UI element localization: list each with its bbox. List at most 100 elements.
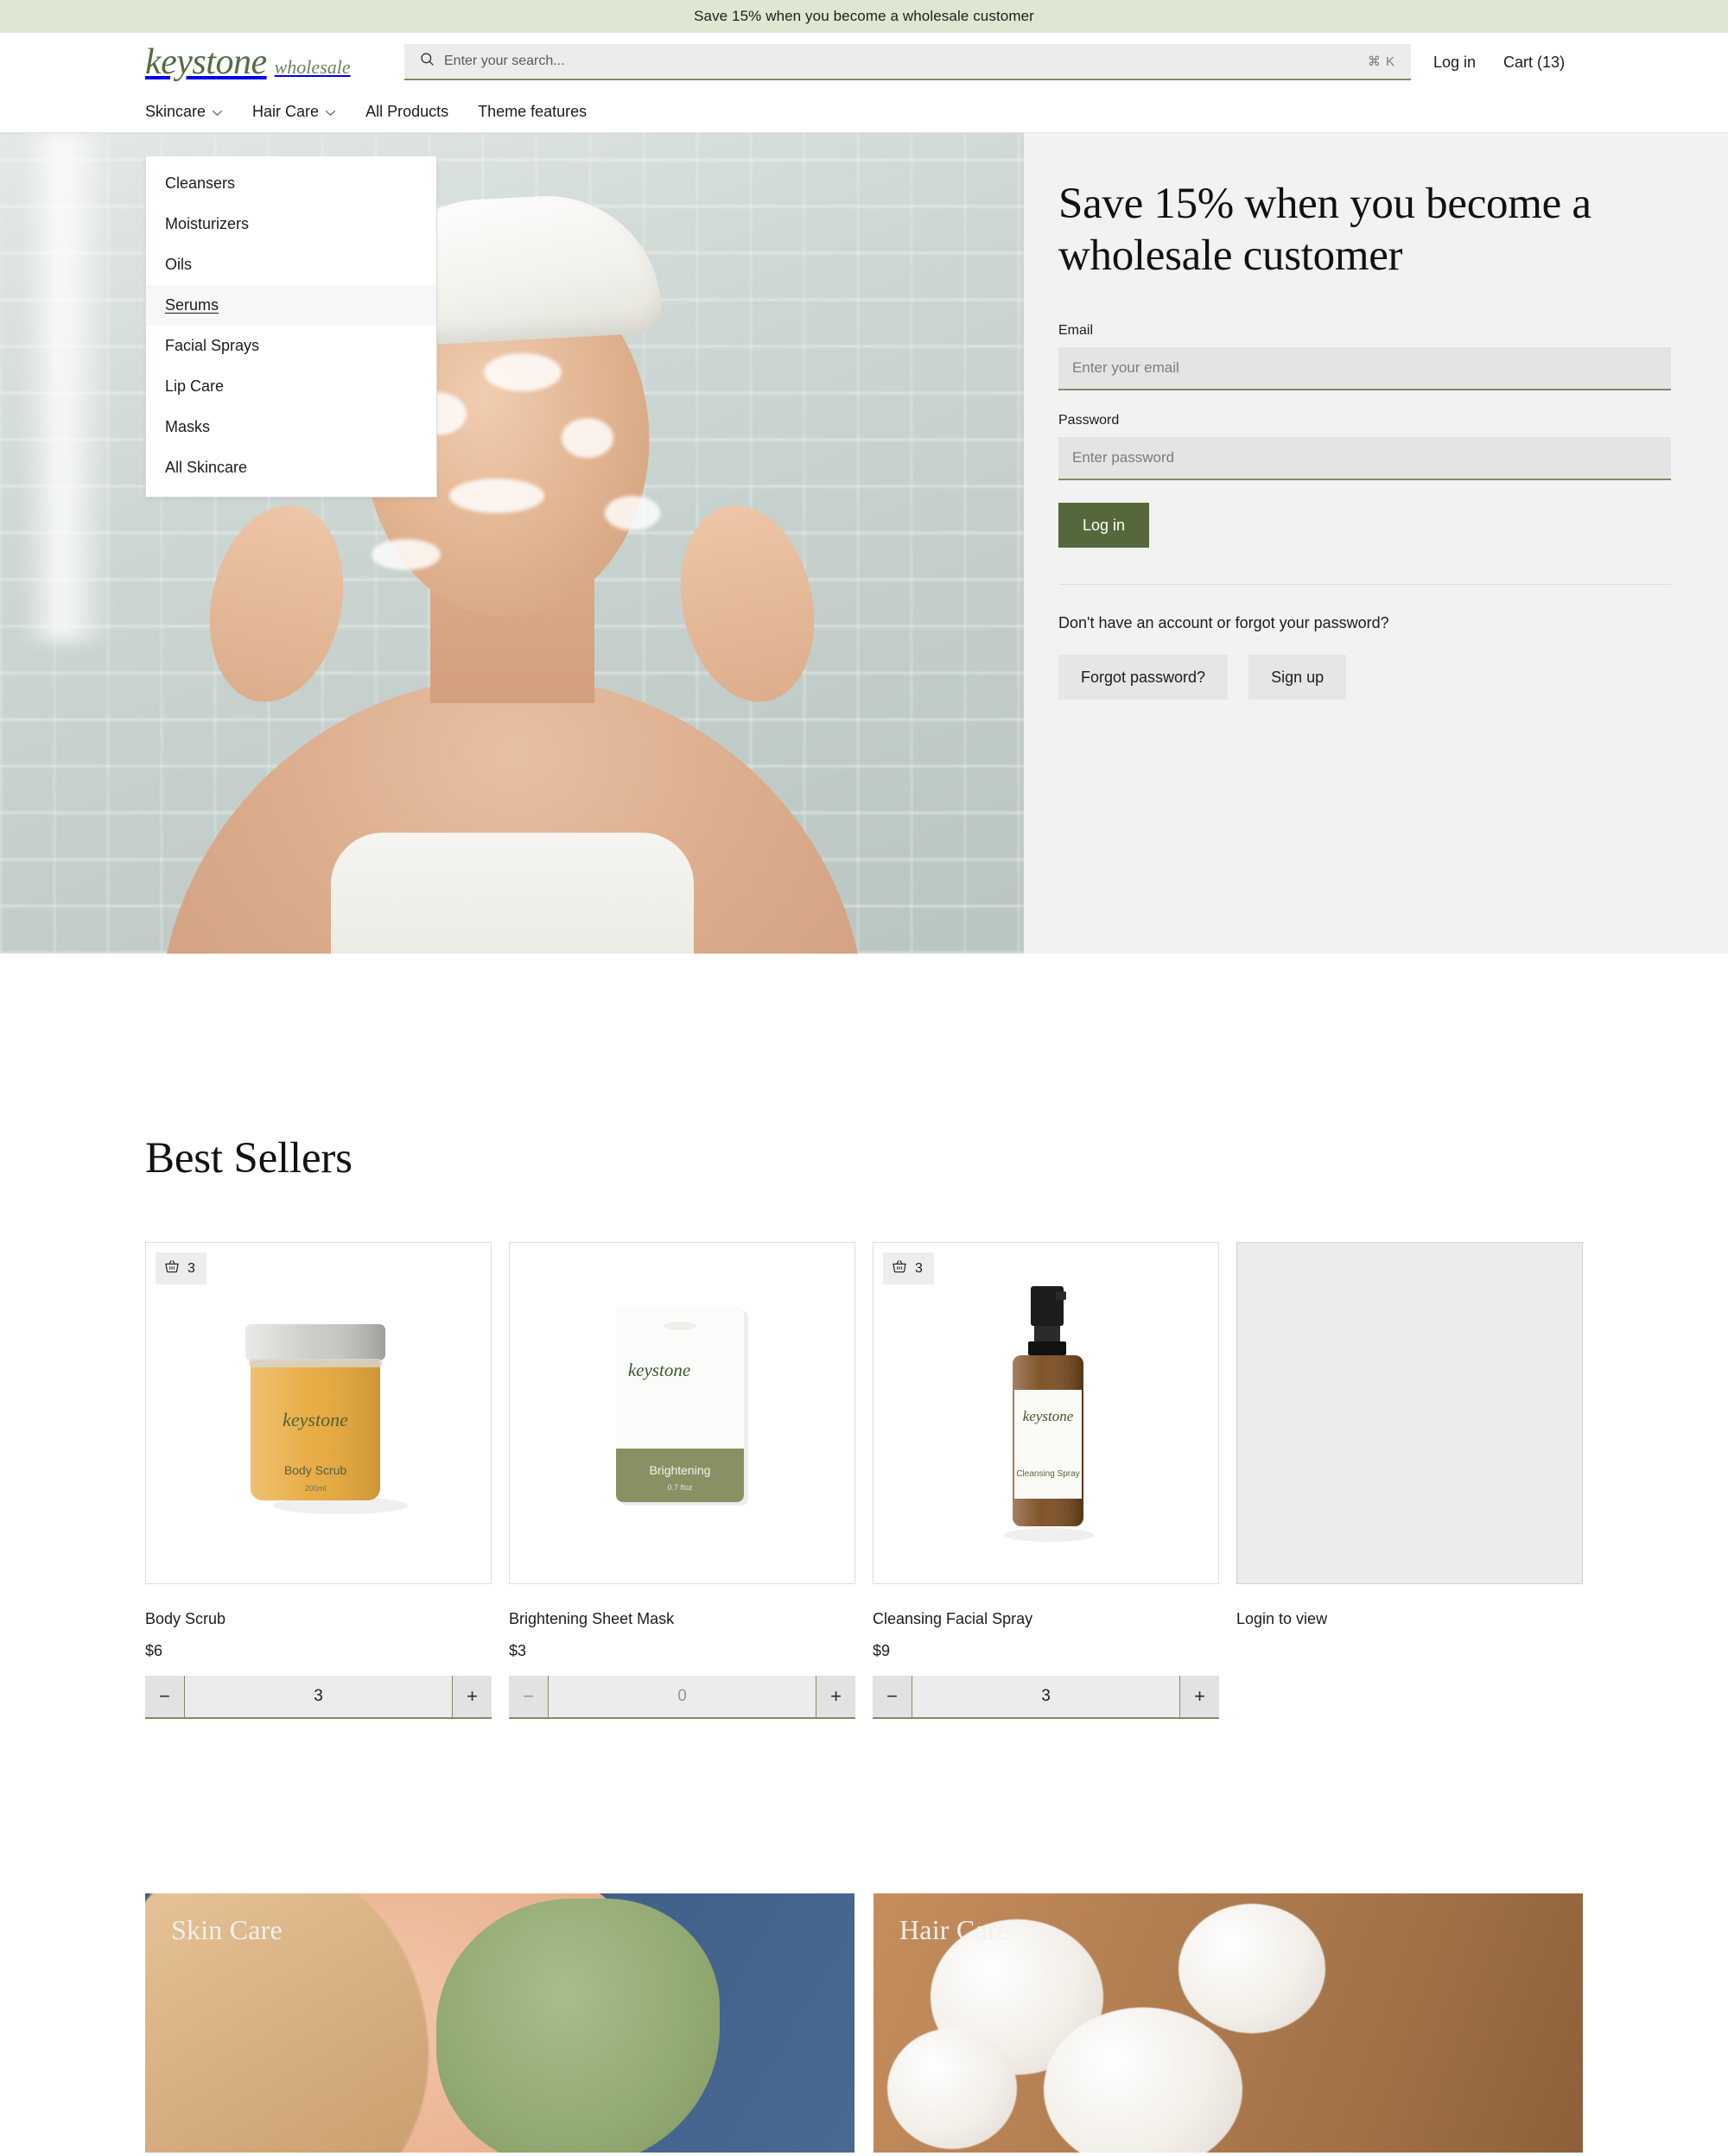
hero-light-streak (20, 133, 113, 642)
secondary-button-row: Forgot password? Sign up (1058, 655, 1671, 701)
svg-text:Cleansing Spray: Cleansing Spray (1016, 1469, 1079, 1479)
product-price: $9 (873, 1642, 891, 1659)
quantity-input[interactable] (549, 1676, 816, 1717)
nav-item-hair-care[interactable]: Hair Care (252, 103, 336, 121)
panel-divider (1058, 584, 1671, 586)
password-label: Password (1058, 413, 1120, 428)
basket-icon (892, 1259, 907, 1278)
product-name: Brightening Sheet Mask (509, 1610, 675, 1627)
account-helper-text: Don't have an account or forgot your pas… (1058, 614, 1389, 632)
search-input[interactable] (444, 54, 1358, 69)
skin-care-clay-mask-art (435, 1899, 720, 2153)
header-links: Log in Cart (13) (1433, 54, 1565, 72)
product-image[interactable]: keystone Brightening 0.7 floz (509, 1242, 855, 1584)
hero-foam-blob (372, 539, 441, 570)
dropdown-item-label: Lip Care (165, 377, 225, 395)
hero-foam-blob (605, 496, 660, 530)
main-nav: Skincare Hair Care All Products Theme fe… (0, 92, 1728, 133)
search-icon (420, 52, 435, 71)
badge-count: 3 (915, 1260, 923, 1276)
forgot-password-button[interactable]: Forgot password? (1058, 655, 1229, 701)
quantity-increase-button[interactable]: + (816, 1676, 855, 1717)
best-sellers-title: Best Sellers (145, 1134, 353, 1183)
quantity-stepper: − + (145, 1676, 492, 1719)
product-name: Cleansing Facial Spray (873, 1610, 1033, 1627)
product-price: $6 (145, 1642, 163, 1659)
dropdown-item-serums[interactable]: Serums (146, 285, 436, 326)
nav-label: Hair Care (252, 103, 320, 120)
search-shortcut-hint: ⌘ K (1367, 54, 1395, 69)
hero-foam-blob (562, 418, 613, 458)
product-card[interactable]: Login to view (1236, 1242, 1583, 1719)
hero-model-top (330, 833, 694, 954)
hero-foam-blob (449, 479, 544, 513)
category-tile-skin-care[interactable]: Skin Care (145, 1893, 854, 2153)
logo-subtitle: wholesale (274, 56, 351, 78)
category-label: Hair Care (899, 1914, 1010, 1945)
hero-foam-blob (484, 353, 562, 391)
announcement-bar: Save 15% when you become a wholesale cus… (0, 0, 1728, 33)
hair-care-foam-blob (1178, 1904, 1326, 2033)
dropdown-item-label: Cleansers (165, 174, 236, 192)
svg-text:Brightening: Brightening (649, 1463, 710, 1477)
nav-item-theme-features[interactable]: Theme features (478, 103, 587, 121)
product-card[interactable]: 3 (145, 1242, 492, 1719)
quantity-decrease-button[interactable]: − (145, 1676, 185, 1717)
logo-wordmark: keystone (145, 42, 267, 82)
dropdown-item-facial-sprays[interactable]: Facial Sprays (146, 326, 436, 366)
category-tile-hair-care[interactable]: Hair Care (874, 1893, 1583, 2153)
dropdown-item-oils[interactable]: Oils (146, 244, 436, 285)
badge-count: 3 (187, 1260, 195, 1276)
product-image[interactable]: 3 (873, 1242, 1219, 1584)
sign-up-button[interactable]: Sign up (1248, 655, 1347, 701)
header-cart-link[interactable]: Cart (13) (1503, 54, 1565, 72)
dropdown-item-cleansers[interactable]: Cleansers (146, 163, 436, 204)
dropdown-item-label: All Skincare (165, 459, 248, 476)
nav-item-skincare[interactable]: Skincare (145, 103, 223, 121)
product-card[interactable]: 3 (873, 1242, 1219, 1719)
nav-label: Skincare (145, 103, 206, 120)
category-tiles: Skin Care Hair Care (145, 1893, 1583, 2153)
quantity-decrease-button[interactable]: − (509, 1676, 549, 1717)
site-logo[interactable]: keystone wholesale (145, 44, 404, 80)
quantity-input[interactable] (185, 1676, 452, 1717)
quantity-stepper: − + (873, 1676, 1219, 1719)
dropdown-item-label: Serums (165, 296, 219, 314)
search-box[interactable]: ⌘ K (404, 44, 1411, 80)
quantity-increase-button[interactable]: + (1179, 1676, 1219, 1717)
nav-label: All Products (365, 103, 449, 120)
quantity-increase-button[interactable]: + (452, 1676, 492, 1717)
svg-text:Body Scrub: Body Scrub (283, 1463, 346, 1477)
dropdown-item-all-skincare[interactable]: All Skincare (146, 447, 436, 488)
svg-text:keystone: keystone (283, 1409, 348, 1430)
dropdown-item-label: Facial Sprays (165, 337, 260, 354)
nav-label: Theme features (478, 103, 588, 120)
quantity-input[interactable] (912, 1676, 1179, 1717)
nav-item-all-products[interactable]: All Products (365, 103, 448, 121)
quantity-stepper: − + (509, 1676, 855, 1719)
wholesale-login-panel: Save 15% when you become a wholesale cus… (1024, 133, 1728, 954)
dropdown-item-lip-care[interactable]: Lip Care (146, 366, 436, 407)
best-sellers-section: Best Sellers 3 keystone Body Scrub 200ml… (0, 1133, 1728, 2153)
facial-spray-bottle-illustration: keystone Cleansing Spray (1003, 1286, 1094, 1542)
email-field[interactable] (1058, 347, 1671, 391)
product-grid: 3 keystone Body Scrub 200ml Body Scrub $… (145, 1242, 1583, 1719)
dropdown-item-moisturizers[interactable]: Moisturizers (146, 204, 436, 244)
login-button[interactable]: Log in (1058, 503, 1150, 549)
svg-text:0.7 floz: 0.7 floz (667, 1483, 693, 1492)
password-field[interactable] (1058, 437, 1671, 481)
dropdown-item-masks[interactable]: Masks (146, 407, 436, 447)
category-label: Skin Care (171, 1914, 283, 1945)
product-image-placeholder (1236, 1242, 1583, 1584)
product-card[interactable]: keystone Brightening 0.7 floz Brightenin… (509, 1242, 855, 1719)
chevron-down-icon (325, 103, 336, 121)
header-login-link[interactable]: Log in (1433, 54, 1476, 72)
cart-quantity-badge: 3 (156, 1252, 206, 1284)
email-field-group: Email (1058, 323, 1671, 391)
quantity-decrease-button[interactable]: − (873, 1676, 912, 1717)
dropdown-item-label: Masks (165, 418, 211, 435)
svg-text:200ml: 200ml (304, 1484, 326, 1493)
product-image[interactable]: 3 (145, 1242, 492, 1584)
chevron-down-icon (212, 103, 223, 121)
password-field-group: Password (1058, 413, 1671, 481)
